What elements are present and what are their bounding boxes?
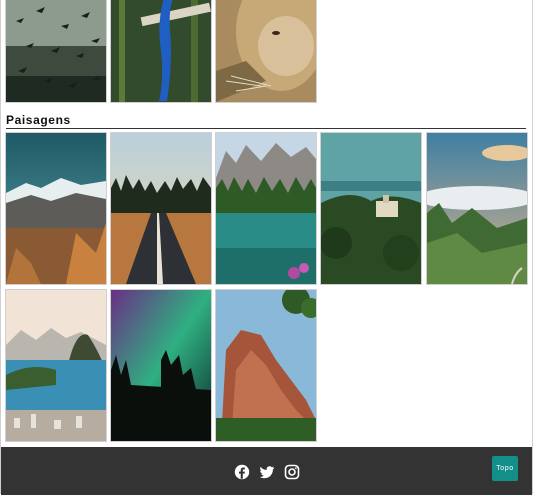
- section-title-landscapes: Paisagens: [6, 113, 526, 129]
- gallery-photo-lion[interactable]: [215, 0, 317, 103]
- aurora-forest-image: [111, 290, 211, 441]
- footer: Topo: [1, 447, 532, 495]
- lion-image: [216, 0, 316, 102]
- forest-road-image: [111, 133, 211, 284]
- twitter-icon[interactable]: [259, 464, 275, 480]
- birds-flock-image: [6, 0, 106, 102]
- alpine-lake-image: [216, 133, 316, 284]
- gallery-photo-birds[interactable]: [5, 0, 107, 103]
- coastal-town-image: [321, 133, 421, 284]
- gallery-photo-macaw[interactable]: [110, 0, 212, 103]
- gallery-photo-snowy-mountains[interactable]: [5, 132, 107, 285]
- cloudy-mountains-image: [427, 133, 527, 284]
- blue-macaw-image: [111, 0, 211, 102]
- gallery-photo-coastal-town[interactable]: [320, 132, 422, 285]
- back-to-top-button[interactable]: Topo: [492, 456, 518, 481]
- facebook-icon[interactable]: [234, 464, 250, 480]
- red-rock-cliff-image: [216, 290, 316, 441]
- gallery-photo-red-rock-cliff[interactable]: [215, 289, 317, 442]
- instagram-icon[interactable]: [284, 464, 300, 480]
- rio-bay-image: [6, 290, 106, 441]
- gallery-photo-forest-road[interactable]: [110, 132, 212, 285]
- gallery-photo-rio-bay[interactable]: [5, 289, 107, 442]
- snowy-mountains-image: [6, 133, 106, 284]
- gallery-photo-alpine-lake[interactable]: [215, 132, 317, 285]
- gallery-photo-aurora-forest[interactable]: [110, 289, 212, 442]
- gallery-photo-cloudy-mountains[interactable]: [426, 132, 528, 285]
